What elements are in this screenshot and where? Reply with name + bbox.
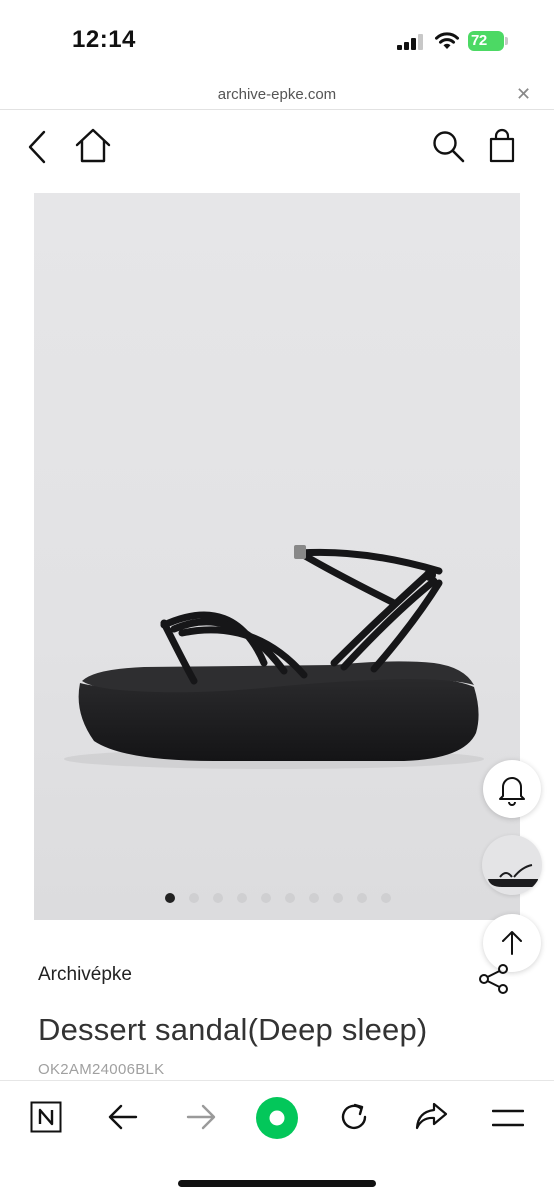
- wifi-icon: [435, 32, 459, 49]
- signal-icon: [397, 34, 423, 50]
- back-chevron-icon[interactable]: [26, 130, 48, 164]
- green-dot-icon[interactable]: [256, 1097, 298, 1139]
- url-bar[interactable]: archive-epke.com ✕: [0, 80, 554, 110]
- reload-icon[interactable]: [338, 1101, 370, 1133]
- bell-icon: [499, 777, 525, 806]
- pagination-dot[interactable]: [189, 893, 199, 903]
- battery-icon: 72: [468, 31, 508, 51]
- menu-icon[interactable]: [492, 1107, 524, 1129]
- pagination-dot[interactable]: [237, 893, 247, 903]
- back-arrow-icon[interactable]: [108, 1103, 138, 1131]
- pagination-dot[interactable]: [357, 893, 367, 903]
- shopping-bag-icon[interactable]: [488, 128, 516, 164]
- forward-arrow-icon: [186, 1103, 216, 1131]
- pagination-dot[interactable]: [309, 893, 319, 903]
- recent-product-thumbnail[interactable]: [482, 835, 542, 895]
- product-code: OK2AM24006BLK: [38, 1061, 165, 1078]
- close-icon[interactable]: ✕: [516, 84, 531, 105]
- notification-button[interactable]: [483, 760, 541, 818]
- status-bar: 12:14 72: [0, 0, 554, 80]
- pagination-dot[interactable]: [165, 893, 175, 903]
- site-header: [0, 112, 554, 182]
- product-title: Dessert sandal(Deep sleep): [38, 1012, 428, 1047]
- sandal-image: [64, 545, 484, 769]
- pagination-dot[interactable]: [381, 893, 391, 903]
- product-image[interactable]: [34, 193, 520, 920]
- share-icon[interactable]: [478, 964, 510, 999]
- sandal-thumbnail-icon: [488, 864, 538, 887]
- share-arrow-icon[interactable]: [414, 1101, 448, 1131]
- home-indicator: [178, 1180, 376, 1187]
- battery-level: 72: [471, 32, 487, 49]
- home-icon[interactable]: [74, 128, 112, 164]
- brand-name[interactable]: Archivépke: [38, 964, 132, 986]
- pagination-dot[interactable]: [261, 893, 271, 903]
- search-icon[interactable]: [432, 130, 466, 164]
- pagination-dot[interactable]: [213, 893, 223, 903]
- url-text[interactable]: archive-epke.com: [0, 86, 554, 103]
- pagination-dot[interactable]: [285, 893, 295, 903]
- status-time: 12:14: [72, 26, 136, 53]
- image-pagination[interactable]: [165, 893, 391, 903]
- pagination-dot[interactable]: [333, 893, 343, 903]
- naver-n-icon[interactable]: [30, 1101, 62, 1133]
